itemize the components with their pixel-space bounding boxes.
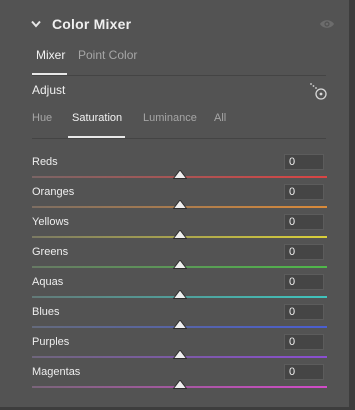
panel-edge	[349, 0, 355, 410]
eye-icon[interactable]	[319, 18, 335, 30]
tab-luminance[interactable]: Luminance	[143, 112, 197, 124]
slider-label-blues: Blues	[32, 306, 60, 318]
value-field-blues[interactable]: 0	[284, 304, 324, 320]
slider-label-magentas: Magentas	[32, 366, 81, 378]
slider-label-yellows: Yellows	[32, 216, 69, 228]
slider-thumb-oranges[interactable]	[172, 200, 187, 210]
color-mixer-panel: Color Mixer Mixer Point Color Adjust Hue…	[0, 0, 355, 410]
value-field-magentas[interactable]: 0	[284, 364, 324, 380]
slider-row-yellows: Yellows 0	[0, 214, 349, 245]
panel-title: Color Mixer	[52, 16, 132, 32]
slider-row-magentas: Magentas 0	[0, 364, 349, 395]
slider-thumb-magentas[interactable]	[172, 380, 187, 390]
value-field-yellows[interactable]: 0	[284, 214, 324, 230]
chevron-down-icon[interactable]	[31, 20, 41, 28]
slider-thumb-yellows[interactable]	[172, 230, 187, 240]
value-field-aquas[interactable]: 0	[284, 274, 324, 290]
slider-row-aquas: Aquas 0	[0, 274, 349, 305]
tab-saturation[interactable]: Saturation	[72, 112, 122, 124]
slider-thumb-purples[interactable]	[172, 350, 187, 360]
slider-thumb-reds[interactable]	[172, 170, 187, 180]
value-field-purples[interactable]: 0	[284, 334, 324, 350]
value-field-greens[interactable]: 0	[284, 244, 324, 260]
slider-row-reds: Reds 0	[0, 154, 349, 185]
slider-label-aquas: Aquas	[32, 276, 64, 288]
slider-row-oranges: Oranges 0	[0, 184, 349, 215]
tab-point-color[interactable]: Point Color	[78, 48, 137, 62]
mode-tabs: Mixer Point Color	[0, 44, 349, 76]
divider	[32, 75, 326, 76]
value-field-reds[interactable]: 0	[284, 154, 324, 170]
divider	[32, 138, 326, 139]
targeted-adjustment-icon[interactable]	[308, 82, 328, 102]
slider-thumb-greens[interactable]	[172, 260, 187, 270]
slider-row-blues: Blues 0	[0, 304, 349, 335]
slider-row-greens: Greens 0	[0, 244, 349, 275]
value-field-oranges[interactable]: 0	[284, 184, 324, 200]
slider-label-oranges: Oranges	[32, 186, 75, 198]
slider-thumb-aquas[interactable]	[172, 290, 187, 300]
tab-all[interactable]: All	[214, 112, 226, 124]
slider-label-reds: Reds	[32, 156, 58, 168]
tab-mixer[interactable]: Mixer	[36, 48, 65, 62]
panel-header[interactable]: Color Mixer	[0, 0, 349, 46]
slider-thumb-blues[interactable]	[172, 320, 187, 330]
slider-label-purples: Purples	[32, 336, 70, 348]
slider-label-greens: Greens	[32, 246, 69, 258]
slider-row-purples: Purples 0	[0, 334, 349, 365]
adjust-label: Adjust	[32, 83, 66, 97]
tab-hue[interactable]: Hue	[32, 112, 52, 124]
